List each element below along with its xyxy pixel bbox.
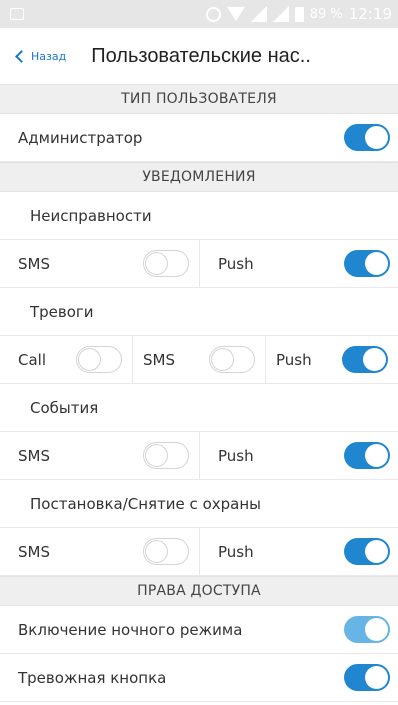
faults-subheader: Неисправности	[0, 192, 398, 240]
alarms-sms-toggle[interactable]	[209, 346, 255, 373]
arming-push-cell: Push	[199, 528, 398, 575]
night-mode-toggle[interactable]	[344, 616, 390, 643]
battery-icon	[294, 6, 304, 22]
section-user-type: ТИП ПОЛЬЗОВАТЕЛЯ	[0, 84, 398, 114]
arming-sms-cell: SMS	[0, 528, 199, 575]
arming-row: SMS Push	[0, 528, 398, 576]
events-sms-cell: SMS	[0, 432, 199, 479]
alarms-push-toggle[interactable]	[342, 346, 388, 373]
alarms-sms-cell: SMS	[132, 336, 265, 383]
alarm-icon	[205, 6, 221, 22]
alarms-call-cell: Call	[0, 336, 132, 383]
alarms-row: Call SMS Push	[0, 336, 398, 384]
faults-sms-cell: SMS	[0, 240, 199, 287]
alarms-push-cell: Push	[265, 336, 398, 383]
clock: 12:19	[348, 5, 392, 23]
back-label: Назад	[31, 49, 67, 63]
events-sms-label: SMS	[18, 446, 50, 465]
arming-push-label: Push	[218, 542, 254, 561]
arming-push-toggle[interactable]	[344, 538, 390, 565]
faults-sms-toggle[interactable]	[143, 250, 189, 277]
arming-sms-toggle[interactable]	[143, 538, 189, 565]
panic-button-toggle[interactable]	[344, 664, 390, 691]
alarms-push-label: Push	[276, 350, 312, 369]
battery-percent: 89 %	[309, 6, 343, 22]
status-bar: 89 % 12:19	[0, 0, 398, 28]
events-row: SMS Push	[0, 432, 398, 480]
notification-icon	[10, 8, 24, 20]
panic-button-row: Тревожная кнопка	[0, 654, 398, 702]
faults-sms-label: SMS	[18, 254, 50, 273]
night-mode-label: Включение ночного режима	[18, 620, 243, 639]
section-access: ПРАВА ДОСТУПА	[0, 576, 398, 606]
admin-row: Администратор	[0, 114, 398, 162]
alarms-call-toggle[interactable]	[76, 346, 122, 373]
chevron-left-icon	[15, 49, 28, 63]
arming-sms-label: SMS	[18, 542, 50, 561]
faults-push-cell: Push	[199, 240, 398, 287]
events-subheader: События	[0, 384, 398, 432]
events-push-cell: Push	[199, 432, 398, 479]
admin-label: Администратор	[18, 128, 143, 147]
alarms-sms-label: SMS	[143, 350, 175, 369]
alarms-subheader: Тревоги	[0, 288, 398, 336]
night-mode-row: Включение ночного режима	[0, 606, 398, 654]
nav-bar: Назад Пользовательские нас..	[0, 28, 398, 84]
faults-push-toggle[interactable]	[344, 250, 390, 277]
events-push-toggle[interactable]	[344, 442, 390, 469]
section-notifications: УВЕДОМЛЕНИЯ	[0, 162, 398, 192]
faults-row: SMS Push	[0, 240, 398, 288]
arming-subheader: Постановка/Снятие с охраны	[0, 480, 398, 528]
admin-toggle[interactable]	[344, 124, 390, 151]
events-sms-toggle[interactable]	[143, 442, 189, 469]
faults-push-label: Push	[218, 254, 254, 273]
events-push-label: Push	[218, 446, 254, 465]
page-title: Пользовательские нас..	[91, 44, 311, 67]
panic-button-label: Тревожная кнопка	[18, 668, 167, 687]
back-button[interactable]: Назад	[14, 50, 66, 63]
wifi-icon	[226, 7, 245, 21]
alarms-call-label: Call	[18, 350, 47, 369]
signal-icon	[250, 6, 267, 22]
signal-icon-2	[272, 6, 289, 22]
